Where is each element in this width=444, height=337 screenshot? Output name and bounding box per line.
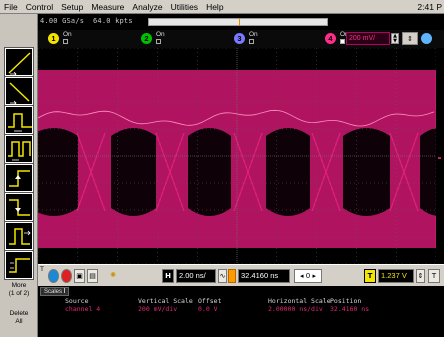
single-button[interactable]: ▣ xyxy=(74,269,85,283)
time-reference-marker xyxy=(239,18,240,26)
control-bar: T ▣ ▤ ✺ H 2.00 ns/ ∿ 32.4160 ns ◂ 0 ▸ T … xyxy=(38,264,444,286)
horizontal-icon: H xyxy=(162,269,174,283)
delete-label: Delete xyxy=(9,310,29,317)
channel-3-badge: 3 xyxy=(234,33,245,44)
menu-help[interactable]: Help xyxy=(202,0,227,14)
delete-all-button[interactable]: Delete All xyxy=(4,310,34,326)
value-offset: 0.0 V xyxy=(198,305,218,313)
header-position: Position xyxy=(330,297,362,305)
trigger-icon: T xyxy=(40,266,44,273)
more-page-label: (1 of 2) xyxy=(8,290,30,297)
trigger-level-spinner[interactable]: ⇕ xyxy=(416,269,425,283)
header-horizontal-scale: Horizontal Scale xyxy=(268,297,331,305)
trigger-channel-button[interactable]: T xyxy=(428,269,440,283)
position-navigator-value: 0 xyxy=(305,272,311,280)
channel-3-state: On xyxy=(249,31,258,38)
acquisition-status-bar: 4.00 GSa/s 64.0 kpts xyxy=(38,14,444,30)
eye-opening xyxy=(38,128,78,216)
acquisition-info: 4.00 GSa/s 64.0 kpts xyxy=(40,17,133,25)
pulse-width-icon[interactable] xyxy=(4,105,34,135)
eye-opening xyxy=(343,128,390,216)
menu-bar: File Control Setup Measure Analyze Utili… xyxy=(0,0,444,14)
header-source: Source xyxy=(65,297,89,305)
clock: 2:41 P xyxy=(417,1,442,12)
autoscale-icon[interactable]: ✺ xyxy=(106,269,120,283)
delay-icon xyxy=(228,269,236,283)
left-toolbar: More (1 of 2) Delete All xyxy=(0,14,38,337)
sample-rate: 4.00 GSa/s xyxy=(40,17,85,25)
horizontal-position-field[interactable]: 32.4160 ns xyxy=(238,269,290,283)
more-label: More xyxy=(11,282,27,289)
edge-fall-icon[interactable] xyxy=(4,192,34,222)
value-horizontal-scale: 2.00000 ns/div xyxy=(268,305,323,313)
scales-panel: Scales Source Vertical Scale Offset Hori… xyxy=(38,286,444,337)
run-button[interactable] xyxy=(48,269,59,283)
channel-4-scale-field[interactable]: 200 mV/ xyxy=(346,32,390,45)
right-edge-markers xyxy=(436,48,444,264)
timeout-icon[interactable] xyxy=(4,221,34,251)
time-reference-bar[interactable] xyxy=(148,18,328,26)
header-offset: Offset xyxy=(198,297,222,305)
menu-control[interactable]: Control xyxy=(22,0,57,14)
menu-analyze[interactable]: Analyze xyxy=(128,0,166,14)
edge-rise-icon[interactable] xyxy=(4,163,34,193)
memory-depth: 64.0 kpts xyxy=(93,17,133,25)
menu-measure[interactable]: Measure xyxy=(87,0,128,14)
horizontal-scale-spinner[interactable]: ∿ xyxy=(218,269,227,283)
channel-2-checkbox[interactable] xyxy=(156,39,161,44)
header-vertical-scale: Vertical Scale xyxy=(138,297,193,305)
scales-tab[interactable]: Scales xyxy=(40,287,70,296)
eye-opening xyxy=(188,128,231,216)
channel-bar: 1 On 2 On 3 On 4 On 200 mV/ ▲ ▼ ⇕ xyxy=(38,30,444,48)
position-navigator[interactable]: ◂ 0 ▸ xyxy=(294,269,322,283)
tab-grip-icon xyxy=(64,288,66,293)
eye-opening xyxy=(420,128,436,216)
horizontal-scale-field[interactable]: 2.00 ns/ xyxy=(176,269,216,283)
channel-1-state: On xyxy=(63,31,72,38)
channel-3-checkbox[interactable] xyxy=(249,39,254,44)
channel-4-offset-button[interactable]: ⇕ xyxy=(402,32,418,45)
channel-5-control[interactable] xyxy=(421,32,444,46)
stop-button[interactable] xyxy=(61,269,72,283)
slope-tool-icon[interactable] xyxy=(4,76,34,106)
print-icon[interactable]: ▤ xyxy=(87,269,98,283)
eye-opening xyxy=(266,128,310,216)
menu-file[interactable]: File xyxy=(0,0,22,14)
line-measure-icon[interactable] xyxy=(4,47,34,77)
channel-4-badge: 4 xyxy=(325,33,336,44)
channel-4-checkbox[interactable] xyxy=(340,39,345,44)
trigger-level-icon: T xyxy=(364,269,376,283)
channel-1-badge: 1 xyxy=(48,33,59,44)
menu-utilities[interactable]: Utilities xyxy=(167,0,202,14)
value-source: channel 4 xyxy=(65,305,101,313)
channel-1-checkbox[interactable] xyxy=(63,39,68,44)
channel-2-badge: 2 xyxy=(141,33,152,44)
waveform-display[interactable] xyxy=(38,48,436,264)
channel-2-state: On xyxy=(156,31,165,38)
trigger-level-field[interactable]: 1.237 V xyxy=(378,269,414,283)
menu-setup[interactable]: Setup xyxy=(57,0,87,14)
delete-all-label: All xyxy=(15,318,23,325)
channel-5-badge xyxy=(421,33,432,44)
window-icon[interactable] xyxy=(4,250,34,280)
value-vertical-scale: 200 mV/div xyxy=(138,305,178,313)
channel-4-scale-spinner[interactable]: ▲ ▼ xyxy=(391,33,399,44)
value-position: 32.4160 ns xyxy=(330,305,370,313)
more-button[interactable]: More (1 of 2) xyxy=(4,282,34,298)
scales-tab-label: Scales xyxy=(44,289,63,295)
pulse-icon[interactable] xyxy=(4,134,34,164)
